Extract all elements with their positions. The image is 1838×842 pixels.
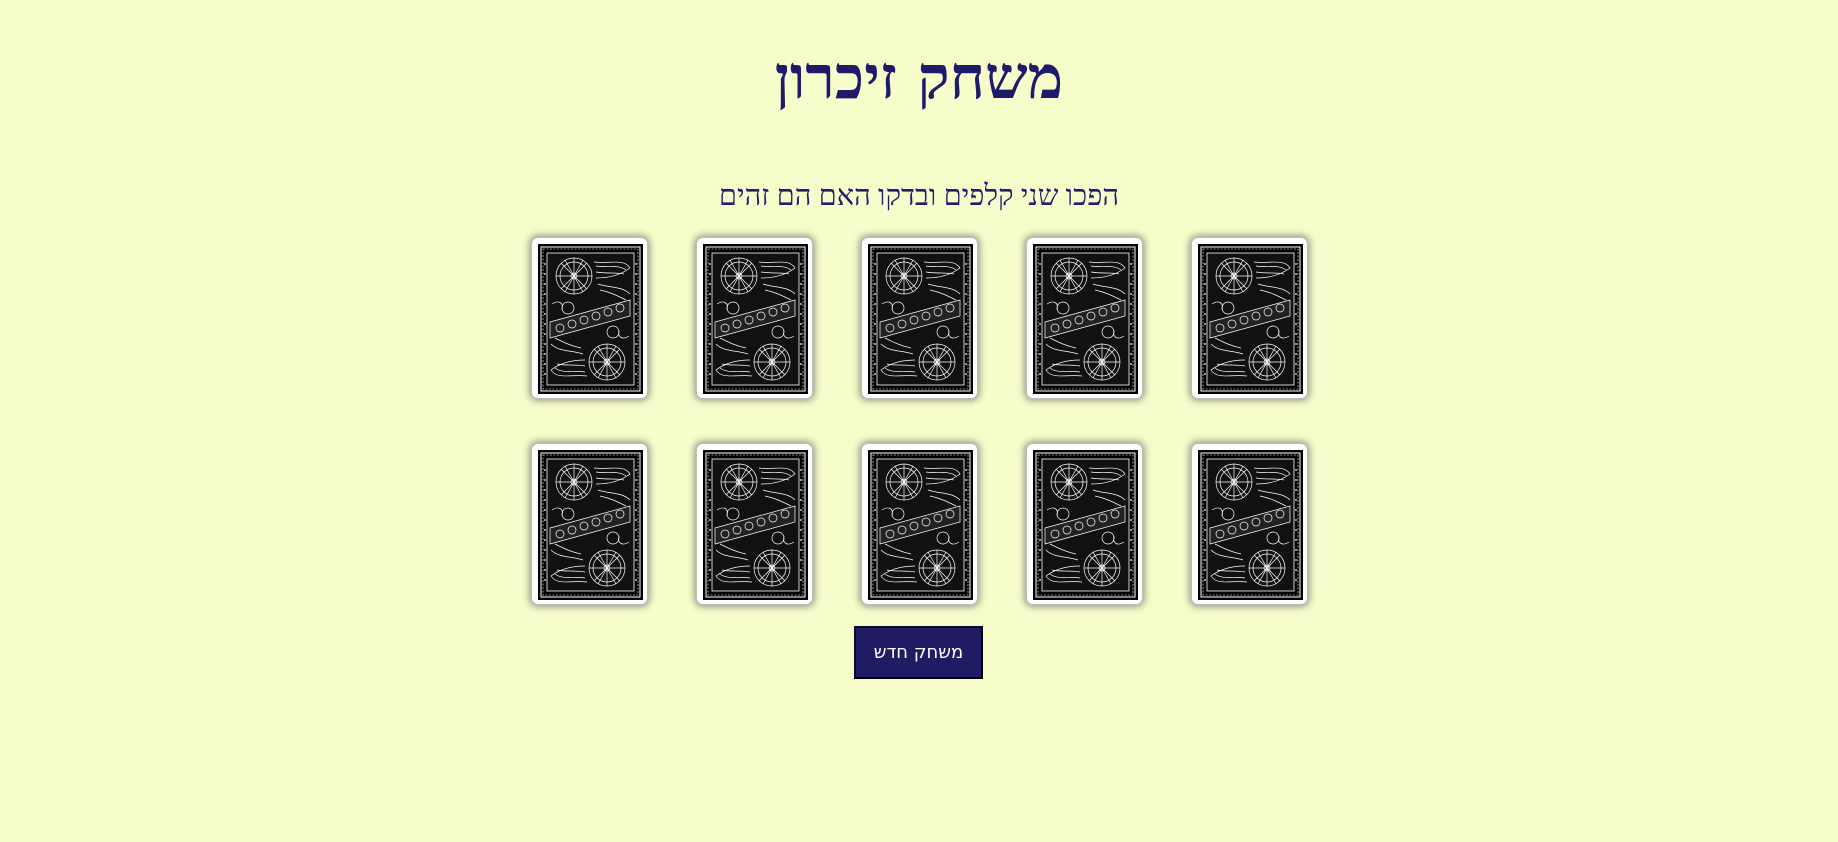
card[interactable] [1026, 237, 1143, 399]
page-title: משחק זיכרון [774, 43, 1064, 113]
card-back-icon [1033, 450, 1138, 600]
game-instructions: הפכו שני קלפים ובדקו האם הם זהים [718, 180, 1120, 212]
card[interactable] [861, 237, 978, 399]
card-board [531, 237, 1308, 607]
card-back-icon [538, 450, 643, 600]
card-back-icon [1198, 450, 1303, 600]
card[interactable] [1026, 443, 1143, 605]
card[interactable] [1191, 237, 1308, 399]
card-back-icon [1198, 244, 1303, 394]
card[interactable] [1191, 443, 1308, 605]
new-game-button[interactable]: משחק חדש [854, 626, 983, 679]
card-back-icon [868, 450, 973, 600]
memory-game-page: משחק זיכרון הפכו שני קלפים ובדקו האם הם … [0, 0, 1838, 842]
card[interactable] [531, 443, 648, 605]
card[interactable] [861, 443, 978, 605]
card[interactable] [696, 237, 813, 399]
card-back-icon [538, 244, 643, 394]
card-back-icon [868, 244, 973, 394]
card[interactable] [531, 237, 648, 399]
card-back-icon [703, 244, 808, 394]
card[interactable] [696, 443, 813, 605]
card-back-icon [703, 450, 808, 600]
card-back-icon [1033, 244, 1138, 394]
